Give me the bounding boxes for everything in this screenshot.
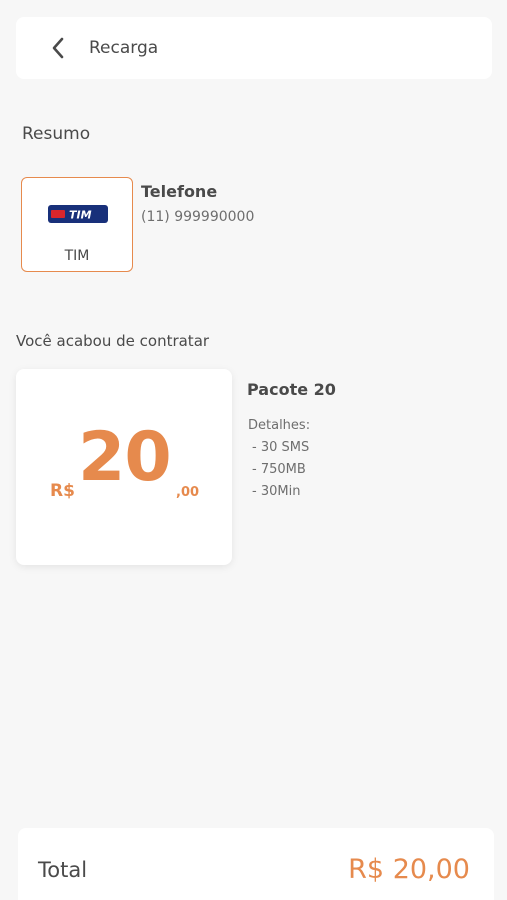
details-item: - 30Min [252,484,301,499]
details-item: - 750MB [252,462,306,477]
contracted-title: Você acabou de contratar [16,332,210,350]
back-button[interactable] [46,36,70,60]
package-name: Pacote 20 [247,380,336,399]
phone-number: (11) 999990000 [141,209,255,225]
operator-name: TIM [64,248,90,264]
tim-logo: TIM [48,205,108,223]
details-item: - 30 SMS [252,440,310,455]
svg-text:TIM: TIM [69,209,92,222]
details-list: - 30 SMS - 750MB - 30Min [252,440,309,506]
phone-label: Telefone [141,182,218,201]
page-title: Recarga [89,38,159,58]
details-label: Detalhes: [248,418,311,433]
total-label: Total [38,858,88,882]
total-value: R$ 20,00 [348,854,470,885]
summary-title: Resumo [22,124,91,144]
price-currency: R$ [50,481,75,501]
price-card: R$ 20 ,00 [16,369,232,565]
price-cents: ,00 [176,485,200,500]
total-bar: Total R$ 20,00 [18,828,494,900]
top-app-bar: Recarga [16,17,492,79]
chevron-left-icon [52,37,64,59]
operator-card[interactable]: TIM TIM [21,177,133,272]
price-integer: 20 [78,418,172,497]
